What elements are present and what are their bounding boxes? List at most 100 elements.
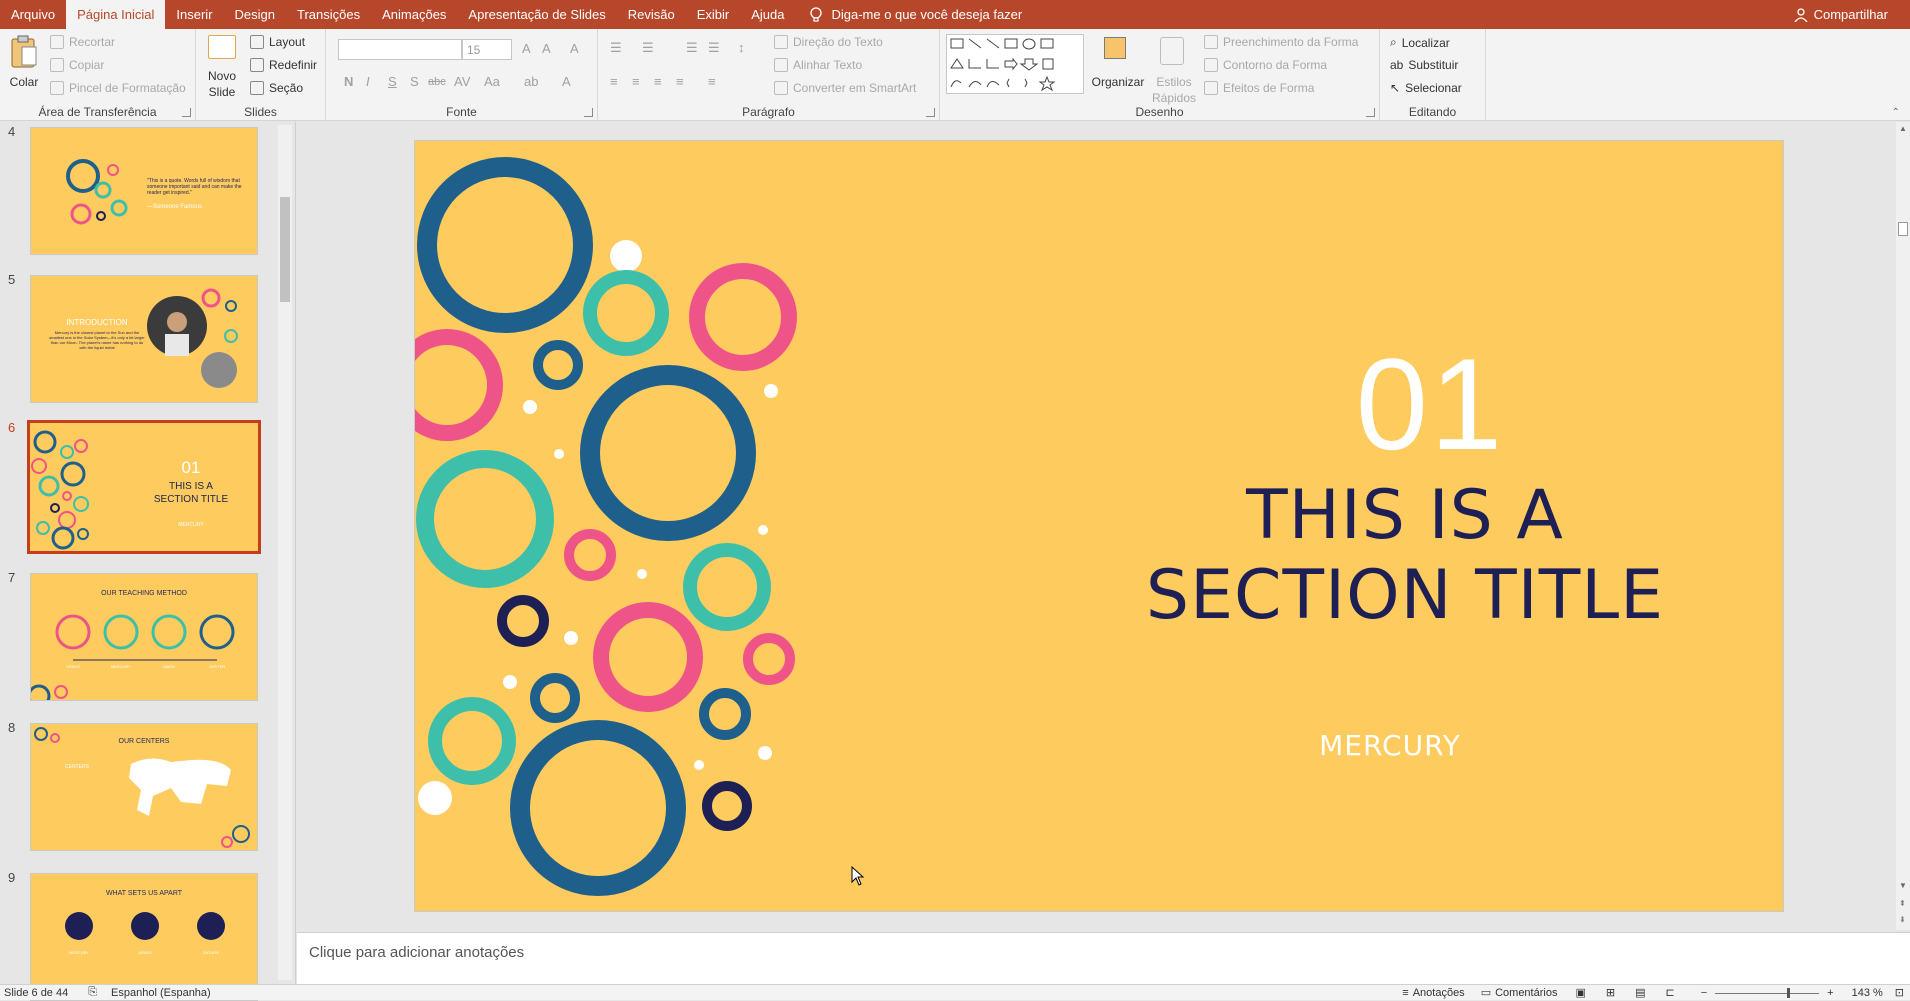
copy-button[interactable]: Copiar: [50, 58, 104, 72]
notes-toggle[interactable]: ≡ Anotações: [1402, 987, 1464, 999]
prev-slide-icon[interactable]: ⇞: [1899, 899, 1906, 908]
shadow-button[interactable]: S: [410, 74, 419, 89]
replace-button[interactable]: ab Substituir: [1390, 58, 1458, 72]
clear-format-icon[interactable]: A: [570, 41, 579, 56]
zoom-level[interactable]: 143 %: [1852, 987, 1883, 999]
slide-thumbnail-7[interactable]: OUR TEACHING METHOD VENUS MERCURY MARS J…: [30, 573, 258, 701]
normal-view-icon[interactable]: ▣: [1575, 986, 1585, 999]
tab-animations[interactable]: Animações: [371, 0, 457, 29]
align-center-icon[interactable]: ≡: [632, 74, 640, 89]
drawing-launcher-icon[interactable]: [1366, 108, 1375, 117]
select-button[interactable]: ↖ Selecionar: [1390, 81, 1462, 95]
zoom-in-icon[interactable]: +: [1827, 987, 1833, 999]
tab-home[interactable]: Página Inicial: [66, 0, 166, 29]
quick-styles-button[interactable]: Estilos Rápidos: [1148, 35, 1200, 105]
slide-thumbnail-5[interactable]: INTRODUCTION Mercury is the closest plan…: [30, 275, 258, 403]
underline-button[interactable]: S: [388, 74, 397, 89]
scroll-down-icon[interactable]: ▼: [1899, 881, 1907, 890]
arrange-button[interactable]: Organizar: [1090, 35, 1146, 99]
font-name-input[interactable]: [338, 39, 462, 60]
collapse-ribbon-icon[interactable]: ⌃: [1892, 107, 1900, 118]
highlight-icon[interactable]: ab: [524, 74, 538, 89]
paragraph-launcher-icon[interactable]: [926, 108, 935, 117]
section-number[interactable]: 01: [1145, 329, 1715, 479]
slideshow-icon[interactable]: ⊏: [1665, 986, 1674, 999]
smartart-button[interactable]: Converter em SmartArt: [774, 81, 916, 95]
decrease-indent-icon[interactable]: ☰: [686, 40, 698, 56]
thumbnail-scrollbar[interactable]: [278, 125, 292, 980]
format-painter-button[interactable]: Pincel de Formatação: [50, 81, 186, 95]
scroll-up-icon[interactable]: ▲: [1899, 124, 1907, 133]
find-button[interactable]: ⌕ Localizar: [1390, 35, 1450, 50]
section-button[interactable]: Seção: [250, 81, 303, 95]
bold-button[interactable]: N: [344, 74, 353, 89]
grow-font-icon[interactable]: A: [522, 41, 531, 56]
font-size-input[interactable]: 15: [462, 39, 512, 60]
fit-slide-icon[interactable]: ⊡: [1895, 986, 1904, 999]
tab-help[interactable]: Ajuda: [740, 0, 795, 29]
new-slide-button[interactable]: Novo Slide: [202, 33, 242, 99]
tab-design[interactable]: Design: [224, 0, 286, 29]
select-label: Selecionar: [1405, 81, 1462, 95]
tab-view[interactable]: Exibir: [686, 0, 741, 29]
char-spacing-icon[interactable]: AV: [454, 74, 470, 89]
layout-button[interactable]: Layout: [250, 35, 305, 49]
notes-pane[interactable]: Clique para adicionar anotações: [297, 932, 1910, 984]
slide-thumbnail-8[interactable]: OUR CENTERS CENTERS: [30, 723, 258, 851]
slide-thumbnail-9[interactable]: WHAT SETS US APART MERCURY VENUS SATURN: [30, 873, 258, 1001]
strikethrough-button[interactable]: abc: [428, 76, 446, 88]
spellcheck-icon[interactable]: ⎘: [88, 986, 97, 999]
shape-effects-button[interactable]: Efeitos de Forma: [1204, 81, 1314, 95]
language-indicator[interactable]: Espanhol (Espanha): [111, 987, 211, 999]
italic-button[interactable]: I: [366, 74, 370, 89]
editor-scrollbar[interactable]: ▲ ▼ ⇞ ⇟: [1896, 122, 1910, 930]
magnifier-icon: ⌕: [1390, 35, 1397, 49]
align-right-icon[interactable]: ≡: [654, 74, 662, 89]
increase-indent-icon[interactable]: ☰: [708, 40, 720, 56]
tab-slideshow[interactable]: Apresentação de Slides: [457, 0, 616, 29]
shape-outline-button[interactable]: Contorno da Forma: [1204, 58, 1327, 72]
tab-transitions[interactable]: Transições: [286, 0, 371, 29]
slide-thumbnail-4[interactable]: "This is a quote. Words full of wisdom t…: [30, 127, 258, 255]
justify-icon[interactable]: ≡: [676, 74, 684, 89]
layout-icon: [250, 35, 264, 49]
clipboard-launcher-icon[interactable]: [182, 108, 191, 117]
numbering-icon[interactable]: ☰: [642, 40, 654, 56]
font-color-icon[interactable]: A: [562, 74, 571, 89]
font-launcher-icon[interactable]: [584, 108, 593, 117]
next-slide-icon[interactable]: ⇟: [1899, 915, 1906, 924]
slide-sorter-icon[interactable]: ⊞: [1606, 986, 1615, 999]
text-direction-button[interactable]: Direção do Texto: [774, 35, 883, 49]
tell-me-box[interactable]: Diga-me o que você deseja fazer: [795, 0, 1022, 29]
notes-placeholder: Clique para adicionar anotações: [309, 944, 525, 961]
shape-fill-button[interactable]: Preenchimento da Forma: [1204, 35, 1358, 49]
align-text-button[interactable]: Alinhar Texto: [774, 58, 862, 72]
slide-thumbnail-6[interactable]: 01 THIS IS A SECTION TITLE MERCURY: [27, 420, 261, 554]
section-title[interactable]: THIS IS A SECTION TITLE: [1055, 476, 1755, 636]
effects-icon: [1204, 81, 1218, 95]
zoom-slider-handle[interactable]: [1787, 987, 1791, 998]
current-slide[interactable]: 01 THIS IS A SECTION TITLE MERCURY: [414, 140, 1784, 912]
zoom-out-icon[interactable]: −: [1701, 987, 1707, 999]
line-spacing-icon[interactable]: ↕: [738, 40, 745, 55]
thumbnail-scroll-thumb[interactable]: [280, 197, 290, 302]
zoom-slider[interactable]: [1715, 987, 1820, 998]
shrink-font-icon[interactable]: A: [542, 41, 551, 56]
comments-toggle[interactable]: ▭ Comentários: [1481, 986, 1558, 1000]
shape-gallery[interactable]: [946, 34, 1084, 94]
change-case-icon[interactable]: Aa: [484, 74, 500, 89]
paste-button[interactable]: Colar: [6, 35, 42, 97]
columns-icon[interactable]: ≡: [708, 74, 716, 89]
cut-button[interactable]: Recortar: [50, 35, 115, 49]
reading-view-icon[interactable]: ▤: [1635, 986, 1645, 999]
reset-button[interactable]: Redefinir: [250, 58, 317, 72]
section-subtitle[interactable]: MERCURY: [1145, 729, 1635, 762]
align-left-icon[interactable]: ≡: [610, 74, 618, 89]
tab-file[interactable]: Arquivo: [0, 0, 66, 29]
tab-insert[interactable]: Inserir: [165, 0, 223, 29]
tab-review[interactable]: Revisão: [617, 0, 686, 29]
bullets-icon[interactable]: ☰: [610, 40, 622, 56]
quick-styles-label-1: Estilos: [1156, 75, 1192, 89]
share-button[interactable]: Compartilhar: [1794, 0, 1888, 29]
editor-scroll-thumb[interactable]: [1898, 222, 1908, 236]
